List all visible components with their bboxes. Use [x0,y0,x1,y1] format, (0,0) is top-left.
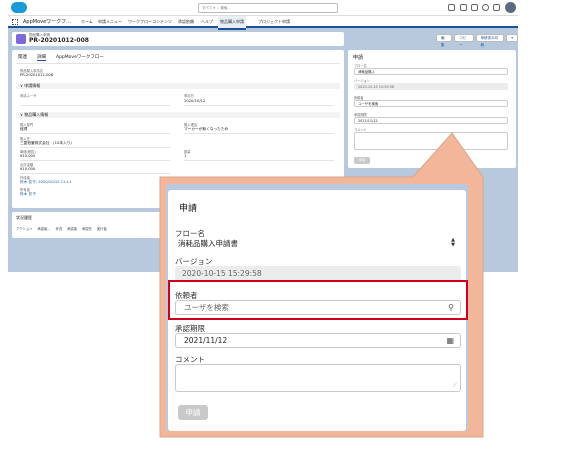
side-flow-select[interactable]: 消耗品購入 [354,68,508,75]
unit-value: ¥10,000 [20,154,36,158]
tab-related[interactable]: 関連 [18,54,27,61]
copy-button[interactable]: コピー [454,34,474,47]
apply-date-value: 2020/10/12 [184,99,206,103]
apply-side-card: 申請 フロー名 消耗品購入 バージョン 2020-10-15 15:29:58 … [348,50,516,168]
history-col[interactable]: 状況 [56,226,63,231]
nav-item-workflow[interactable]: ワークフローコンテンツ [128,16,172,28]
reason-value: マーカーが無くなったため [184,127,229,131]
app-name: AppMoveワークフ… [23,19,72,25]
global-search-input[interactable]: すべて ▾ ⌕ 検索... [198,3,338,13]
search-scope[interactable]: すべて [202,6,212,10]
select-arrows-icon: ▲ ▼ [451,237,455,248]
setup-icon[interactable] [471,4,478,11]
tab-workflow[interactable]: AppMoveワークフロー [56,54,104,61]
side-deadline-field[interactable]: 2021/11/12 [354,117,508,124]
deadline-value: 2021/11/12 [184,336,228,345]
salesforce-logo-icon [11,2,27,13]
applicant-label: 申請ユーザ [20,94,37,98]
help-icon[interactable] [482,4,489,11]
bell-icon[interactable] [493,4,500,11]
history-col[interactable]: アクション [16,226,32,231]
nav-item-home[interactable]: ホーム [81,16,93,28]
search-placeholder: 検索... [220,6,231,10]
add-icon[interactable] [460,4,467,11]
history-title: 状況履歴 [16,215,32,220]
history-col[interactable]: 承認者… [37,226,50,231]
favorites-icon[interactable] [448,4,455,11]
side-comment-field[interactable] [354,132,508,150]
section-item[interactable]: ∨ 物品購入情報 [16,112,340,118]
side-version-field: 2020-10-15 15:29:58 [354,83,508,90]
calendar-icon[interactable]: ▦ [446,336,454,346]
nav-item-help[interactable]: ヘルプ [201,16,213,28]
history-col[interactable]: 承認先 [82,226,92,231]
flow-name-value: 消耗品購入申請書 [178,239,238,248]
apply-date-label: 申請日 [184,94,194,98]
record-header: 物品購入申請 PR-20201012-008 [12,32,344,46]
version-value: 2020-10-15 15:29:58 [182,269,262,278]
history-card: 状況履歴 アクション 承認者… 状況 承認者 承認先 実行者 [12,212,172,238]
comment-textarea[interactable]: ⟋ [175,364,461,392]
app-nav-bar: AppMoveワークフ… ホーム 申請メニュー ワークフローコンテンツ 承認依頼… [8,16,518,30]
nav-item-project[interactable]: プロジェクト申請 [258,16,290,28]
flow-name-select[interactable]: 消耗品購入申請書 ▲ ▼ [175,237,461,252]
created-value[interactable]: 鈴木 花子, 2020/10/12 11:11 [20,180,71,185]
edit-button[interactable]: 編集 [436,34,453,47]
vendor-value: 三菱鉛筆株式会社 (10本入り) [20,141,72,145]
side-title: 申請 [353,55,364,61]
app-launcher-icon[interactable] [12,19,18,25]
id-value: PR-20201012-008 [20,73,54,77]
side-approver-search[interactable]: ユーザを検索 [354,100,508,107]
avatar[interactable] [505,2,516,13]
dept-value: 経理 [20,127,28,131]
deadline-field[interactable]: 2021/11/12 ▦ [175,333,461,348]
nav-item-apply-menu[interactable]: 申請メニュー [98,16,122,28]
tab-detail[interactable]: 詳細 [37,54,46,61]
record-actions: 編集 コピー 申請書の印刷 ▾ [436,34,518,47]
history-col[interactable]: 実行者 [97,226,107,231]
nav-item-purchase[interactable]: 物品購入申請 [218,16,246,30]
nav-item-approval[interactable]: 承認依頼 [178,16,194,28]
record-name: PR-20201012-008 [29,37,89,44]
more-actions-button[interactable]: ▾ [506,34,518,42]
approver-highlight-box [168,280,468,320]
global-header: すべて ▾ ⌕ 検索... [8,0,518,16]
qty-value: 1 [184,154,187,158]
print-button[interactable]: 申請書の印刷 [475,34,505,47]
version-field: 2020-10-15 15:29:58 [175,266,461,281]
total-value: ¥10,000 [20,167,36,171]
history-col[interactable]: 承認者 [67,226,77,231]
side-submit-button[interactable]: 申請 [354,157,370,164]
zoom-title: 申請 [179,204,198,214]
resize-grip-icon[interactable]: ⟋ [453,383,457,389]
section-apply[interactable]: ∨ 申請情報 [16,83,340,89]
owner-value[interactable]: 鈴木 花子 [20,192,36,197]
submit-button[interactable]: 申請 [178,405,208,420]
record-type-icon [16,34,26,44]
